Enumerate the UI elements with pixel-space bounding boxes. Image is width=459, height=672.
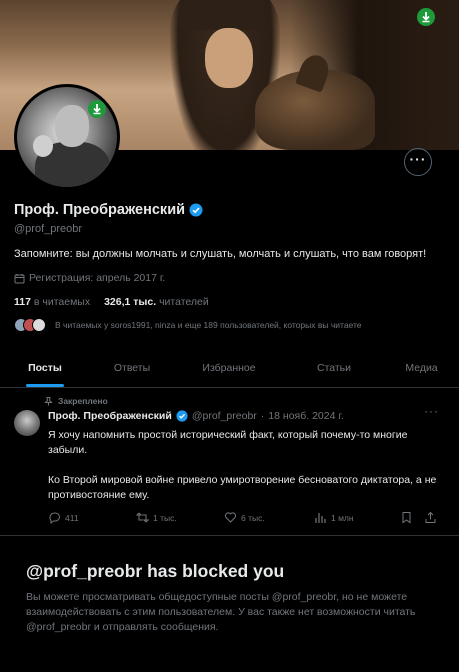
- followed-by-text: В читаемых у soros1991, ninza и еще 189 …: [55, 320, 362, 330]
- profile-name-text: Проф. Преображенский: [14, 202, 186, 218]
- post-separator: ·: [260, 410, 265, 422]
- bookmark-button[interactable]: [400, 511, 413, 524]
- following-count: 117: [14, 296, 31, 308]
- post-author-avatar[interactable]: [14, 410, 40, 436]
- following-label: в читаемых: [33, 296, 91, 308]
- post-date[interactable]: 18 нояб. 2024 г.: [268, 410, 344, 422]
- bookmark-icon: [402, 512, 411, 524]
- profile-avatar[interactable]: [14, 84, 120, 190]
- verified-badge-icon[interactable]: [189, 203, 203, 217]
- following-link[interactable]: 117 в читаемых: [14, 296, 90, 308]
- tab-media[interactable]: Медиа: [384, 348, 459, 387]
- avatar-hand: [33, 135, 53, 157]
- post-author-name[interactable]: Проф. Преображенский: [48, 410, 172, 422]
- pinned-indicator: Закреплено: [44, 396, 108, 406]
- verified-badge-icon[interactable]: [176, 410, 188, 422]
- followers-link[interactable]: 326,1 тыс. читателей: [104, 296, 209, 308]
- tab-highlights[interactable]: Избранное: [174, 348, 284, 387]
- banner-face: [205, 28, 253, 88]
- tab-articles[interactable]: Статьи: [284, 348, 384, 387]
- pinned-label: Закреплено: [58, 396, 108, 406]
- reply-count: 411: [65, 512, 79, 523]
- blocked-description: Вы можете просматривать общедоступные по…: [26, 591, 416, 633]
- post-author-handle[interactable]: @prof_preobr: [192, 410, 257, 422]
- joined-text: Регистрация: апрель 2017 г.: [29, 272, 166, 284]
- avatar-head: [55, 105, 89, 147]
- views-icon: [315, 513, 326, 523]
- avatar: [32, 318, 46, 332]
- profile-tabs: Посты Ответы Избранное Статьи Медиа: [0, 348, 459, 388]
- reply-icon: [49, 512, 60, 524]
- download-icon[interactable]: [88, 100, 106, 118]
- profile-stats: 117 в читаемых 326,1 тыс. читателей: [14, 296, 209, 308]
- divider: [0, 535, 459, 536]
- pin-icon: [44, 396, 53, 405]
- tab-posts[interactable]: Посты: [0, 348, 90, 387]
- post-text-paragraph: Я хочу напомнить простой исторический фа…: [48, 429, 408, 456]
- share-button[interactable]: [424, 511, 437, 524]
- profile-bio: Запомните: вы должны молчать и слушать, …: [14, 248, 427, 260]
- tab-replies[interactable]: Ответы: [90, 348, 174, 387]
- more-icon: ···: [409, 151, 427, 167]
- heart-icon: [224, 512, 237, 523]
- calendar-icon: [14, 273, 25, 283]
- post-text: Я хочу напомнить простой исторический фа…: [48, 428, 438, 518]
- repost-count: 1 тыс.: [153, 512, 177, 523]
- like-count: 6 тыс.: [241, 512, 265, 523]
- repost-icon: [136, 512, 149, 523]
- download-icon[interactable]: [417, 8, 435, 26]
- like-button[interactable]: 6 тыс.: [224, 511, 265, 524]
- share-icon: [425, 511, 436, 523]
- blocked-title: @prof_preobr has blocked you: [26, 561, 285, 581]
- repost-button[interactable]: 1 тыс.: [136, 511, 177, 524]
- post-text-paragraph: Ко Второй мировой войне привело умиротво…: [48, 474, 437, 501]
- views-button[interactable]: 1 млн: [314, 511, 354, 524]
- views-count: 1 млн: [331, 512, 354, 523]
- post-more-icon[interactable]: ···: [424, 404, 439, 418]
- followed-by[interactable]: В читаемых у soros1991, ninza и еще 189 …: [14, 318, 362, 332]
- followed-by-avatars: [14, 318, 46, 332]
- post-header: Проф. Преображенский @prof_preobr · 18 н…: [48, 410, 344, 422]
- joined-date: Регистрация: апрель 2017 г.: [14, 272, 165, 284]
- reply-button[interactable]: 411: [48, 511, 79, 524]
- banner-hat: [178, 0, 266, 30]
- post-actions: 411 1 тыс. 6 тыс. 1 млн: [48, 511, 438, 527]
- profile-handle: @prof_preobr: [14, 223, 83, 235]
- more-options-button[interactable]: ···: [404, 148, 432, 176]
- followers-count: 326,1 тыс.: [104, 296, 157, 308]
- followers-label: читателей: [159, 296, 209, 308]
- profile-name: Проф. Преображенский: [14, 202, 203, 218]
